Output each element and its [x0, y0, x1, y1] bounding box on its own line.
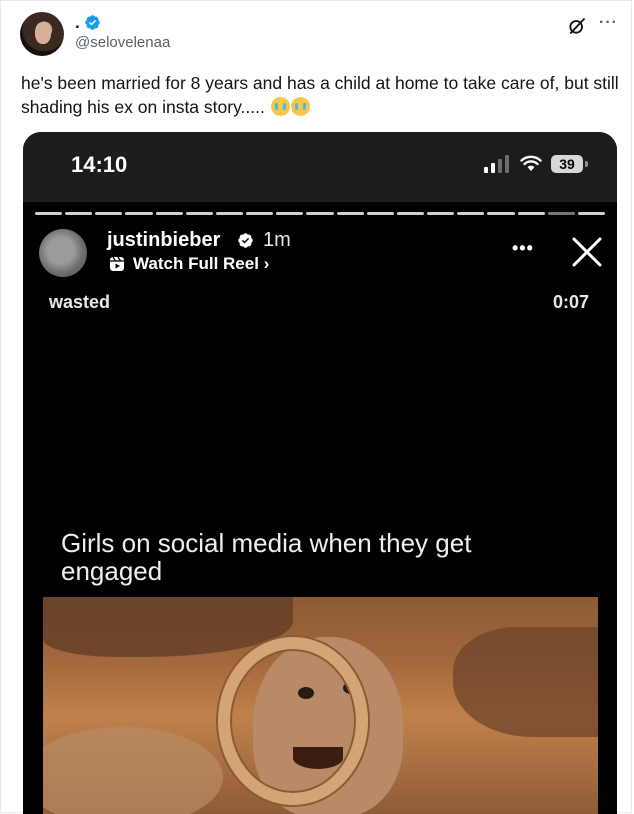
story-progress-segment — [185, 212, 213, 215]
wifi-icon — [520, 155, 542, 171]
story-progress-segment — [276, 212, 304, 215]
video-frame-image[interactable] — [43, 597, 598, 814]
video-caption: Girls on social media when they get enga… — [61, 528, 472, 586]
story-progress-segment — [155, 212, 183, 215]
author-handle[interactable]: @selovelenaa — [75, 34, 170, 51]
crying-face-emoji — [270, 97, 290, 116]
ring-figure — [218, 637, 368, 805]
story-progress-segment — [487, 212, 515, 215]
story-progress-segment — [366, 212, 394, 215]
story-progress-segment — [95, 212, 123, 215]
verified-icon — [238, 233, 253, 248]
story-progress-segment — [396, 212, 425, 215]
story-screenshot[interactable]: 14:10 39 justinbieber 1m Watch Full Reel… — [23, 132, 617, 814]
story-progress-segment — [65, 212, 93, 215]
signal-icon — [484, 155, 509, 173]
story-progress-segment — [517, 212, 545, 215]
story-progress-segment — [336, 212, 364, 215]
battery-tip — [585, 161, 588, 167]
watch-full-reel-link[interactable]: Watch Full Reel › — [133, 254, 269, 274]
audio-label: wasted — [49, 292, 111, 312]
story-progress-segment — [547, 212, 575, 215]
story-progress-segment — [427, 212, 455, 215]
author-avatar[interactable] — [20, 12, 64, 56]
battery-icon: 39 — [551, 155, 583, 173]
story-progress-segment — [306, 212, 334, 215]
story-progress-segment — [215, 212, 244, 215]
tweet-body: he's been married for 8 years and has a … — [21, 73, 619, 117]
status-time: 14:10 — [71, 152, 128, 177]
grok-icon[interactable] — [567, 16, 587, 36]
story-age: 1m — [263, 229, 291, 251]
video-duration: 0:07 — [553, 292, 590, 312]
story-progress-segment — [125, 212, 153, 215]
author-display-name[interactable]: . — [75, 13, 80, 33]
tweet-text: he's been married for 8 years and has a … — [21, 71, 621, 119]
story-username[interactable]: justinbieber — [107, 229, 220, 252]
story-progress-segment — [577, 212, 605, 215]
tweet-card: . @selovelenaa ··· he's been married for… — [0, 0, 632, 814]
verified-icon — [85, 15, 100, 30]
reel-icon — [110, 256, 124, 271]
crying-face-emoji — [290, 97, 310, 116]
story-avatar[interactable] — [39, 229, 87, 277]
story-progress-segment — [246, 212, 274, 215]
story-progress-segment — [457, 212, 485, 215]
story-progress-segment — [35, 212, 63, 215]
more-options-button[interactable]: ··· — [599, 14, 618, 32]
close-icon[interactable] — [570, 235, 604, 269]
story-more-button[interactable]: ••• — [512, 238, 534, 259]
story-progress-bar — [35, 212, 605, 215]
phone-status-bar: 14:10 39 — [23, 132, 617, 202]
